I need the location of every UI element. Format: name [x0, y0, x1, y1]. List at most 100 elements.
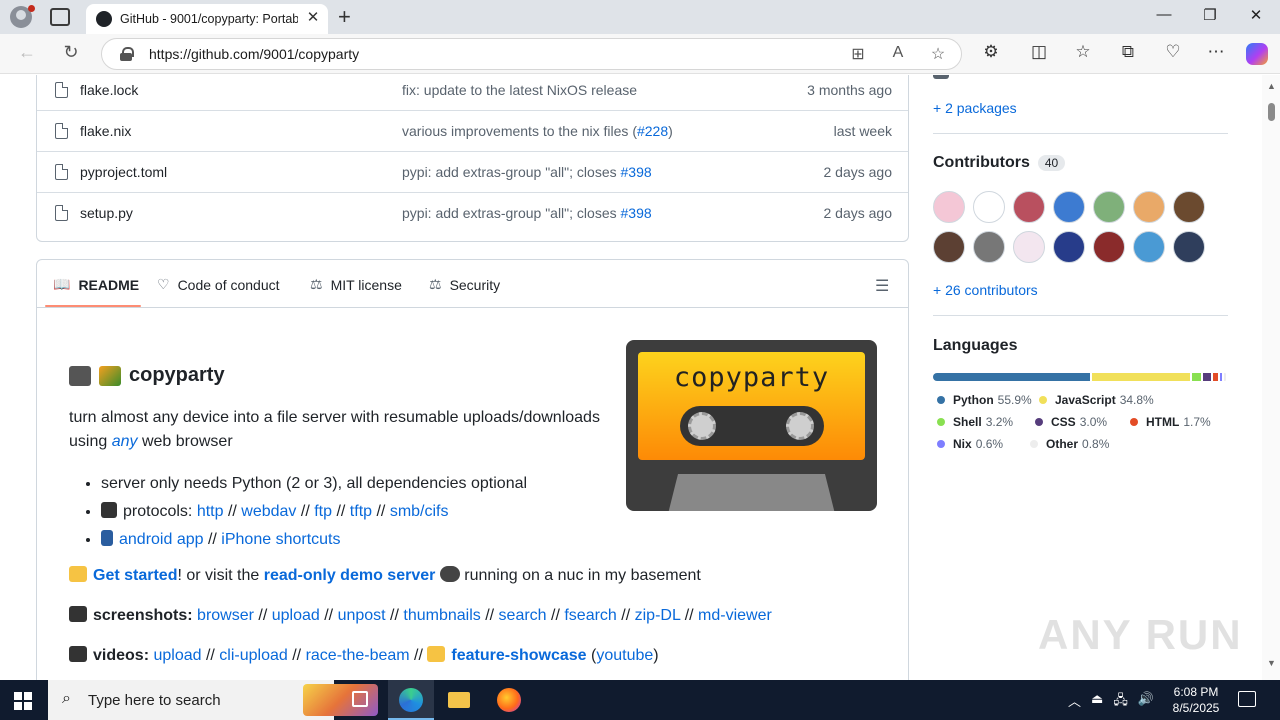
packages-link[interactable]: + 2 packages [933, 100, 1017, 116]
commit-message[interactable]: various improvements to the nix files (#… [402, 123, 673, 139]
tab-security[interactable]: ⚖ Security [429, 276, 500, 293]
favorites-icon[interactable]: ☆ [1070, 42, 1096, 62]
language-item[interactable]: CSS 3.0% [1035, 415, 1107, 429]
file-row[interactable]: flake.nix various improvements to the ni… [37, 110, 908, 151]
language-item[interactable]: Python 55.9% [937, 393, 1032, 407]
screenshot-link-zip-dl[interactable]: zip-DL [635, 607, 681, 624]
tab-code-of-conduct[interactable]: ♡ Code of conduct [157, 276, 280, 293]
file-name[interactable]: flake.nix [80, 123, 131, 139]
language-item[interactable]: HTML 1.7% [1130, 415, 1211, 429]
chevron-up-icon[interactable]: ︿ [1068, 691, 1081, 713]
system-clock[interactable]: 6:08 PM 8/5/2025 [1166, 684, 1226, 716]
get-started-link[interactable]: Get started [93, 567, 177, 584]
favorite-star-icon[interactable]: ☆ [926, 44, 950, 64]
contributor-avatar[interactable] [1013, 231, 1045, 263]
app-available-icon[interactable]: ⊞ [846, 44, 870, 64]
file-explorer-icon[interactable] [436, 680, 482, 720]
protocol-link-tftp[interactable]: tftp [350, 503, 372, 520]
language-item[interactable]: Nix 0.6% [937, 437, 1003, 451]
extensions-icon[interactable]: ⚙ [978, 42, 1004, 62]
split-screen-icon[interactable]: ◫ [1026, 42, 1052, 62]
contributor-avatar[interactable] [973, 231, 1005, 263]
edge-taskbar-icon[interactable] [388, 680, 434, 720]
any-link[interactable]: any [112, 433, 138, 450]
screenshot-link-upload[interactable]: upload [272, 607, 320, 624]
tab-actions-icon[interactable] [50, 8, 70, 26]
video-link-upload[interactable]: upload [153, 647, 201, 664]
windows-start-icon[interactable] [14, 692, 32, 710]
back-button[interactable]: ← [14, 42, 40, 63]
collections-icon[interactable]: ⧉ [1115, 42, 1141, 62]
more-contributors-link[interactable]: + 26 contributors [933, 282, 1038, 298]
contributor-avatar[interactable] [933, 231, 965, 263]
feature-showcase-link[interactable]: feature-showcase [451, 647, 586, 664]
contributor-avatar[interactable] [1093, 231, 1125, 263]
refresh-button[interactable]: ↻ [58, 42, 84, 63]
usb-icon[interactable]: ⏏ [1091, 691, 1103, 713]
screenshot-link-search[interactable]: search [499, 607, 547, 624]
screenshot-link-md-viewer[interactable]: md-viewer [698, 607, 772, 624]
demo-server-link[interactable]: read-only demo server [264, 567, 436, 584]
android-app-link[interactable]: android app [119, 531, 204, 548]
youtube-link[interactable]: youtube [596, 647, 653, 664]
issue-link[interactable]: #398 [621, 205, 652, 221]
url-text[interactable]: https://github.com/9001/copyparty [149, 46, 359, 62]
file-name[interactable]: flake.lock [80, 82, 138, 98]
protocol-link-http[interactable]: http [197, 503, 224, 520]
lock-icon[interactable] [120, 47, 134, 61]
page-scrollbar[interactable]: ▲ ▼ [1262, 75, 1280, 680]
protocol-link-webdav[interactable]: webdav [241, 503, 296, 520]
contributor-avatar[interactable] [1053, 231, 1085, 263]
contributor-avatar[interactable] [1173, 191, 1205, 223]
scrollbar-thumb[interactable] [1268, 103, 1275, 121]
screenshot-link-fsearch[interactable]: fsearch [564, 607, 616, 624]
tab-license[interactable]: ⚖ MIT license [310, 276, 402, 293]
contributors-heading[interactable]: Contributors 40 [933, 154, 1066, 172]
close-window-button[interactable]: ✕ [1241, 6, 1271, 24]
active-tab[interactable]: GitHub - 9001/copyparty: Portable file s… [86, 4, 328, 34]
file-name[interactable]: pyproject.toml [80, 164, 167, 180]
screenshot-link-unpost[interactable]: unpost [338, 607, 386, 624]
contributor-avatar[interactable] [1173, 231, 1205, 263]
scroll-up-arrow-icon[interactable]: ▲ [1267, 81, 1276, 91]
read-aloud-icon[interactable]: A [886, 44, 910, 62]
contributor-avatar[interactable] [1013, 191, 1045, 223]
contributor-avatar[interactable] [1133, 191, 1165, 223]
notifications-icon[interactable] [1238, 691, 1256, 707]
copilot-icon[interactable] [1246, 43, 1268, 65]
commit-message[interactable]: pypi: add extras-group "all"; closes #39… [402, 164, 652, 180]
system-tray[interactable]: ︿ ⏏ 🖧 🔊 [1068, 691, 1154, 713]
protocol-link-ftp[interactable]: ftp [314, 503, 332, 520]
commit-message[interactable]: fix: update to the latest NixOS release [402, 82, 637, 98]
file-row[interactable]: flake.lock fix: update to the latest Nix… [37, 75, 908, 110]
volume-icon[interactable]: 🔊 [1138, 691, 1154, 713]
language-item[interactable]: Other 0.8% [1030, 437, 1109, 451]
contributor-avatar[interactable] [933, 191, 965, 223]
restore-button[interactable]: ❐ [1195, 6, 1225, 24]
screenshot-link-browser[interactable]: browser [197, 607, 254, 624]
video-link-cli-upload[interactable]: cli-upload [219, 647, 287, 664]
commit-message[interactable]: pypi: add extras-group "all"; closes #39… [402, 205, 652, 221]
language-item[interactable]: JavaScript 34.8% [1039, 393, 1154, 407]
new-tab-button[interactable]: + [338, 4, 351, 30]
search-placeholder[interactable]: Type here to search [88, 692, 221, 709]
outline-list-icon[interactable]: ☰ [875, 276, 889, 296]
close-tab-icon[interactable]: ✕ [304, 8, 322, 26]
contributor-avatar[interactable] [1133, 231, 1165, 263]
browser-essentials-icon[interactable]: ♡ [1160, 42, 1186, 62]
video-link-race-the-beam[interactable]: race-the-beam [306, 647, 410, 664]
contributor-avatar[interactable] [1053, 191, 1085, 223]
file-row[interactable]: setup.py pypi: add extras-group "all"; c… [37, 192, 908, 233]
minimize-button[interactable]: — [1149, 6, 1179, 23]
more-menu-icon[interactable]: ⋯ [1203, 42, 1229, 62]
issue-link[interactable]: #228 [637, 123, 668, 139]
scroll-down-arrow-icon[interactable]: ▼ [1267, 658, 1276, 668]
file-name[interactable]: setup.py [80, 205, 133, 221]
task-view-icon[interactable] [338, 680, 384, 720]
firefox-icon[interactable] [485, 680, 531, 720]
file-row[interactable]: pyproject.toml pypi: add extras-group "a… [37, 151, 908, 192]
issue-link[interactable]: #398 [621, 164, 652, 180]
contributor-avatar[interactable] [973, 191, 1005, 223]
language-item[interactable]: Shell 3.2% [937, 415, 1013, 429]
tab-readme[interactable]: 📖 README [53, 276, 139, 293]
